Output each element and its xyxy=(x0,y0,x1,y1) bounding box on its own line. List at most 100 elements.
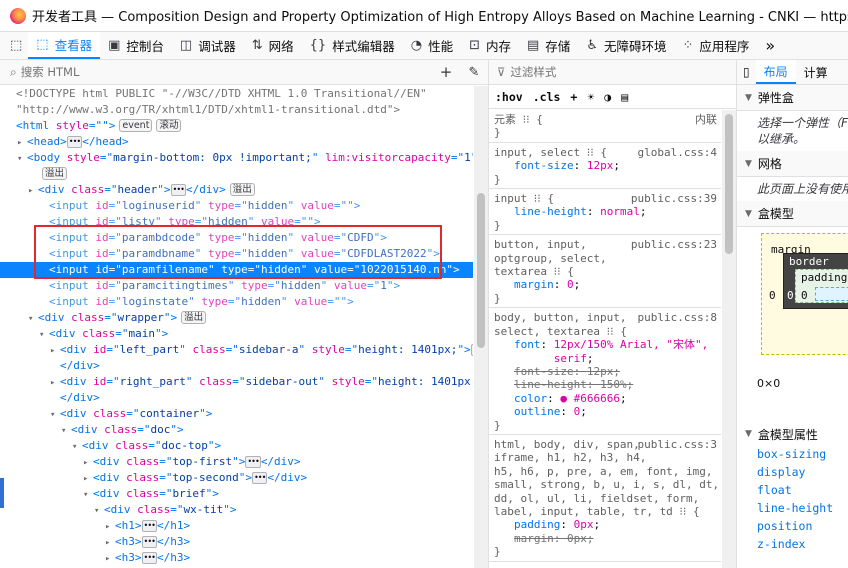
markup-node-row[interactable]: ▸ <h3> ••• </h3> xyxy=(0,534,473,550)
box-model-property[interactable]: box-sizing xyxy=(737,445,848,463)
markup-node-row[interactable]: ▾ <div class="container"> xyxy=(0,406,473,422)
collapsed-children-icon[interactable]: ••• xyxy=(141,552,157,564)
scrollbar-thumb[interactable] xyxy=(477,193,485,348)
collapsed-children-icon[interactable]: ••• xyxy=(251,472,268,484)
collapsed-children-icon[interactable]: ••• xyxy=(66,136,83,148)
markup-node-row[interactable]: <input id="paramcitingtimes" type="hidde… xyxy=(0,278,473,294)
markup-badge[interactable]: 滚动 xyxy=(156,119,182,132)
markup-node-row[interactable]: ▸ <div class="top-second"> ••• </div> xyxy=(0,470,473,486)
box-model-property[interactable]: line-height xyxy=(737,499,848,517)
css-declaration[interactable]: line-height: normal; xyxy=(494,205,717,218)
css-declaration[interactable]: margin: 0px; xyxy=(494,532,717,545)
box-model-properties-header[interactable]: ▼ 盒模型属性 xyxy=(737,423,848,445)
markup-badge[interactable]: 溢出 xyxy=(42,167,68,180)
property-value[interactable]: 0px xyxy=(574,518,594,531)
eyedropper-icon[interactable]: ✎ xyxy=(460,65,488,80)
tab-style-editor[interactable]: {} 样式编辑器 xyxy=(302,32,403,59)
property-name[interactable]: color xyxy=(514,392,547,405)
section-grid[interactable]: ▼ 网格 xyxy=(737,151,848,177)
dark-theme-icon[interactable]: ◑ xyxy=(604,90,611,104)
property-name[interactable]: margin xyxy=(514,278,554,291)
collapsed-children-icon[interactable]: ••• xyxy=(470,344,473,356)
toggle-classes-button[interactable]: .cls xyxy=(533,90,561,104)
css-declaration[interactable]: color: ● #666666; xyxy=(494,392,717,405)
markup-scrollbar[interactable] xyxy=(474,86,488,568)
property-name[interactable]: line-height xyxy=(514,205,587,218)
toggle-pseudo-classes-button[interactable]: :hov xyxy=(495,90,523,104)
rule-selector[interactable]: 元素 ⁝⁝ { xyxy=(494,113,717,126)
rule-source-link[interactable]: 内联 xyxy=(695,113,717,126)
element-picker-button[interactable]: ⬚ xyxy=(0,32,28,59)
markup-node-row[interactable]: <input id="loginuserid" type="hidden" va… xyxy=(0,198,473,214)
css-declaration[interactable]: line-height: 150%; xyxy=(494,378,717,391)
markup-node-row[interactable]: ▾ <div class="wrapper"> 溢出 xyxy=(0,310,473,326)
markup-node-row[interactable]: ▸ <h3> ••• </h3> xyxy=(0,550,473,566)
property-value[interactable]: 0px xyxy=(567,532,587,545)
collapsed-children-icon[interactable]: ••• xyxy=(141,520,157,532)
tab-inspector[interactable]: ⬚ 查看器 xyxy=(28,32,101,59)
property-name[interactable]: padding xyxy=(514,518,560,531)
markup-node-row[interactable]: 溢出 xyxy=(0,166,473,182)
markup-node-row[interactable]: ▸ <div id="left_part" class="sidebar-a" s… xyxy=(0,342,473,358)
property-name[interactable]: font-size xyxy=(514,365,574,378)
property-value[interactable]: 150% xyxy=(600,378,627,391)
markup-node-row[interactable]: ▾ <div class="main"> xyxy=(0,326,473,342)
section-box-model[interactable]: ▼ 盒模型 xyxy=(737,201,848,227)
markup-node-row[interactable]: </div> xyxy=(0,390,473,406)
markup-node-row[interactable]: ▾ <body style="margin-bottom: 0px !import… xyxy=(0,150,473,166)
markup-node-row[interactable]: ▾ <div class="brief"> xyxy=(0,486,473,502)
rule-source-link[interactable]: public.css:23 xyxy=(631,238,717,251)
border-left-value[interactable]: 0 xyxy=(787,289,794,302)
property-name[interactable]: font-size xyxy=(514,159,574,172)
markup-node-row[interactable]: <input id="paramdbname" type="hidden" va… xyxy=(0,246,473,262)
box-model-property[interactable]: display xyxy=(737,463,848,481)
light-theme-icon[interactable]: ☀ xyxy=(587,90,594,104)
rules-scrollbar[interactable] xyxy=(722,110,736,568)
tab-computed[interactable]: 计算 xyxy=(796,60,836,84)
markup-badge[interactable]: 溢出 xyxy=(229,183,255,196)
box-model-property[interactable]: z-index xyxy=(737,535,848,553)
property-name[interactable]: outline xyxy=(514,405,560,418)
tab-storage[interactable]: ▤ 存储 xyxy=(519,32,578,59)
property-value[interactable]: 0 xyxy=(567,278,574,291)
markup-badge[interactable]: event xyxy=(119,119,153,132)
css-declaration[interactable]: font-size: 12px; xyxy=(494,159,717,172)
scrollbar-thumb[interactable] xyxy=(725,114,733,254)
property-name[interactable]: margin xyxy=(514,532,554,545)
add-node-button[interactable]: + xyxy=(432,63,460,81)
markup-node-row[interactable]: <input id="loginstate" type="hidden" val… xyxy=(0,294,473,310)
box-model-content[interactable] xyxy=(815,287,848,301)
property-value[interactable]: 12px xyxy=(587,159,614,172)
markup-node-row[interactable]: ▸ <h1> ••• </h1> xyxy=(0,518,473,534)
tab-memory[interactable]: ⊡ 内存 xyxy=(461,32,519,59)
rule-source-link[interactable]: public.css:3 xyxy=(638,438,717,451)
rule-source-link[interactable]: public.css:39 xyxy=(631,192,717,205)
collapsed-children-icon[interactable]: ••• xyxy=(245,456,261,468)
tab-layout[interactable]: 布局 xyxy=(755,60,796,84)
add-rule-button[interactable]: + xyxy=(570,90,577,104)
property-name[interactable]: line-height xyxy=(514,378,587,391)
markup-node-row[interactable]: ▸ <div class="header"> ••• </div> 溢出 xyxy=(0,182,473,198)
markup-node-row[interactable]: ▸ <head> ••• </head> xyxy=(0,134,473,150)
rule-source-link[interactable]: global.css:4 xyxy=(638,146,717,159)
tab-accessibility[interactable]: ♿ 无障碍环境 xyxy=(578,32,674,59)
tab-console[interactable]: ▣ 控制台 xyxy=(100,32,172,59)
tab-debugger[interactable]: ◫ 调试器 xyxy=(172,32,244,59)
markup-badge[interactable]: 溢出 xyxy=(181,311,207,324)
markup-node-row[interactable]: <!DOCTYPE html PUBLIC "-//W3C//DTD XHTML… xyxy=(0,86,473,102)
property-value[interactable]: ● #666666 xyxy=(560,392,620,405)
markup-node-row[interactable]: <html style=""> event 滚动 xyxy=(0,118,473,134)
padding-left-value[interactable]: 0 xyxy=(801,289,808,302)
rule-source-link[interactable]: public.css:8 xyxy=(638,311,717,324)
tab-performance[interactable]: ◔ 性能 xyxy=(403,32,461,59)
markup-node-row[interactable]: <input id="listv" type="hidden" value=""… xyxy=(0,214,473,230)
more-tools-button[interactable]: » xyxy=(757,32,783,59)
property-value[interactable]: 12px xyxy=(587,365,614,378)
markup-node-row[interactable]: <input id="parambdcode" type="hidden" va… xyxy=(0,230,473,246)
markup-node-row[interactable]: ▾ <div class="doc-top"> xyxy=(0,438,473,454)
filter-styles-input[interactable]: 过滤样式 xyxy=(510,64,556,80)
margin-left-value[interactable]: 0 xyxy=(769,289,776,302)
box-model-property[interactable]: position xyxy=(737,517,848,535)
markup-node-row[interactable]: "http://www.w3.org/TR/xhtml1/DTD/xhtml1-… xyxy=(0,102,473,118)
css-declaration[interactable]: margin: 0; xyxy=(494,278,717,291)
